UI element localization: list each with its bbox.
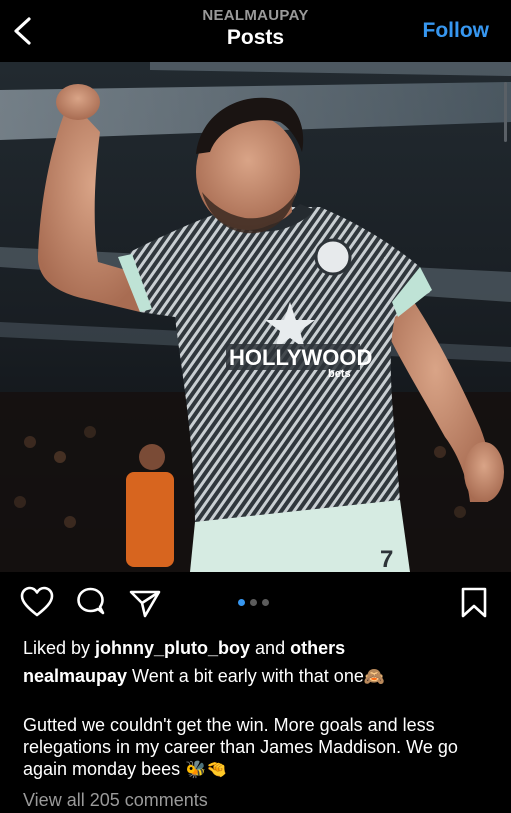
- bee-pinch-emoji-icon: 🐝🤏: [185, 760, 228, 779]
- comment-button[interactable]: [74, 586, 108, 625]
- bookmark-icon: [461, 587, 487, 618]
- monkey-emoji-icon: 🙈: [363, 667, 386, 686]
- like-button[interactable]: [20, 586, 54, 623]
- post-image[interactable]: 7 HOLLYWOOD bets: [0, 62, 511, 572]
- paper-plane-icon: [129, 590, 161, 618]
- carousel-dot-1: [238, 599, 245, 606]
- caption-body: Gutted we couldn't get the win. More goa…: [23, 714, 493, 781]
- caption-author[interactable]: nealmaupay: [23, 666, 127, 686]
- post-photo: 7 HOLLYWOOD bets: [0, 62, 511, 572]
- shirt-sponsor-text: HOLLYWOOD: [229, 345, 372, 370]
- likes-summary[interactable]: Liked by johnny_pluto_boy and others: [23, 638, 345, 659]
- liked-by-username[interactable]: johnny_pluto_boy: [95, 638, 250, 658]
- shirt-sponsor-subtext: bets: [328, 368, 351, 380]
- caption-body-text: Gutted we couldn't get the win. More goa…: [23, 715, 458, 779]
- view-comments-link[interactable]: View all 205 comments: [23, 790, 208, 811]
- likes-middle: and: [250, 638, 291, 658]
- likes-others[interactable]: others: [290, 638, 345, 658]
- caption-first-line: nealmaupay Went a bit early with that on…: [23, 666, 385, 687]
- save-button[interactable]: [460, 586, 488, 625]
- comment-bubble-icon: [77, 587, 105, 615]
- action-bar: [0, 586, 511, 626]
- share-button[interactable]: [128, 586, 162, 625]
- likes-prefix: Liked by: [23, 638, 96, 658]
- carousel-indicator: [238, 599, 269, 606]
- top-bar: NEALMAUPAY Posts Follow: [0, 0, 511, 62]
- scroll-indicator[interactable]: [504, 82, 507, 142]
- caption-text: Went a bit early with that one: [127, 666, 364, 686]
- heart-icon: [20, 586, 54, 617]
- follow-button[interactable]: Follow: [423, 19, 490, 43]
- carousel-dot-2: [250, 599, 257, 606]
- svg-text:7: 7: [380, 546, 393, 572]
- carousel-dot-3: [262, 599, 269, 606]
